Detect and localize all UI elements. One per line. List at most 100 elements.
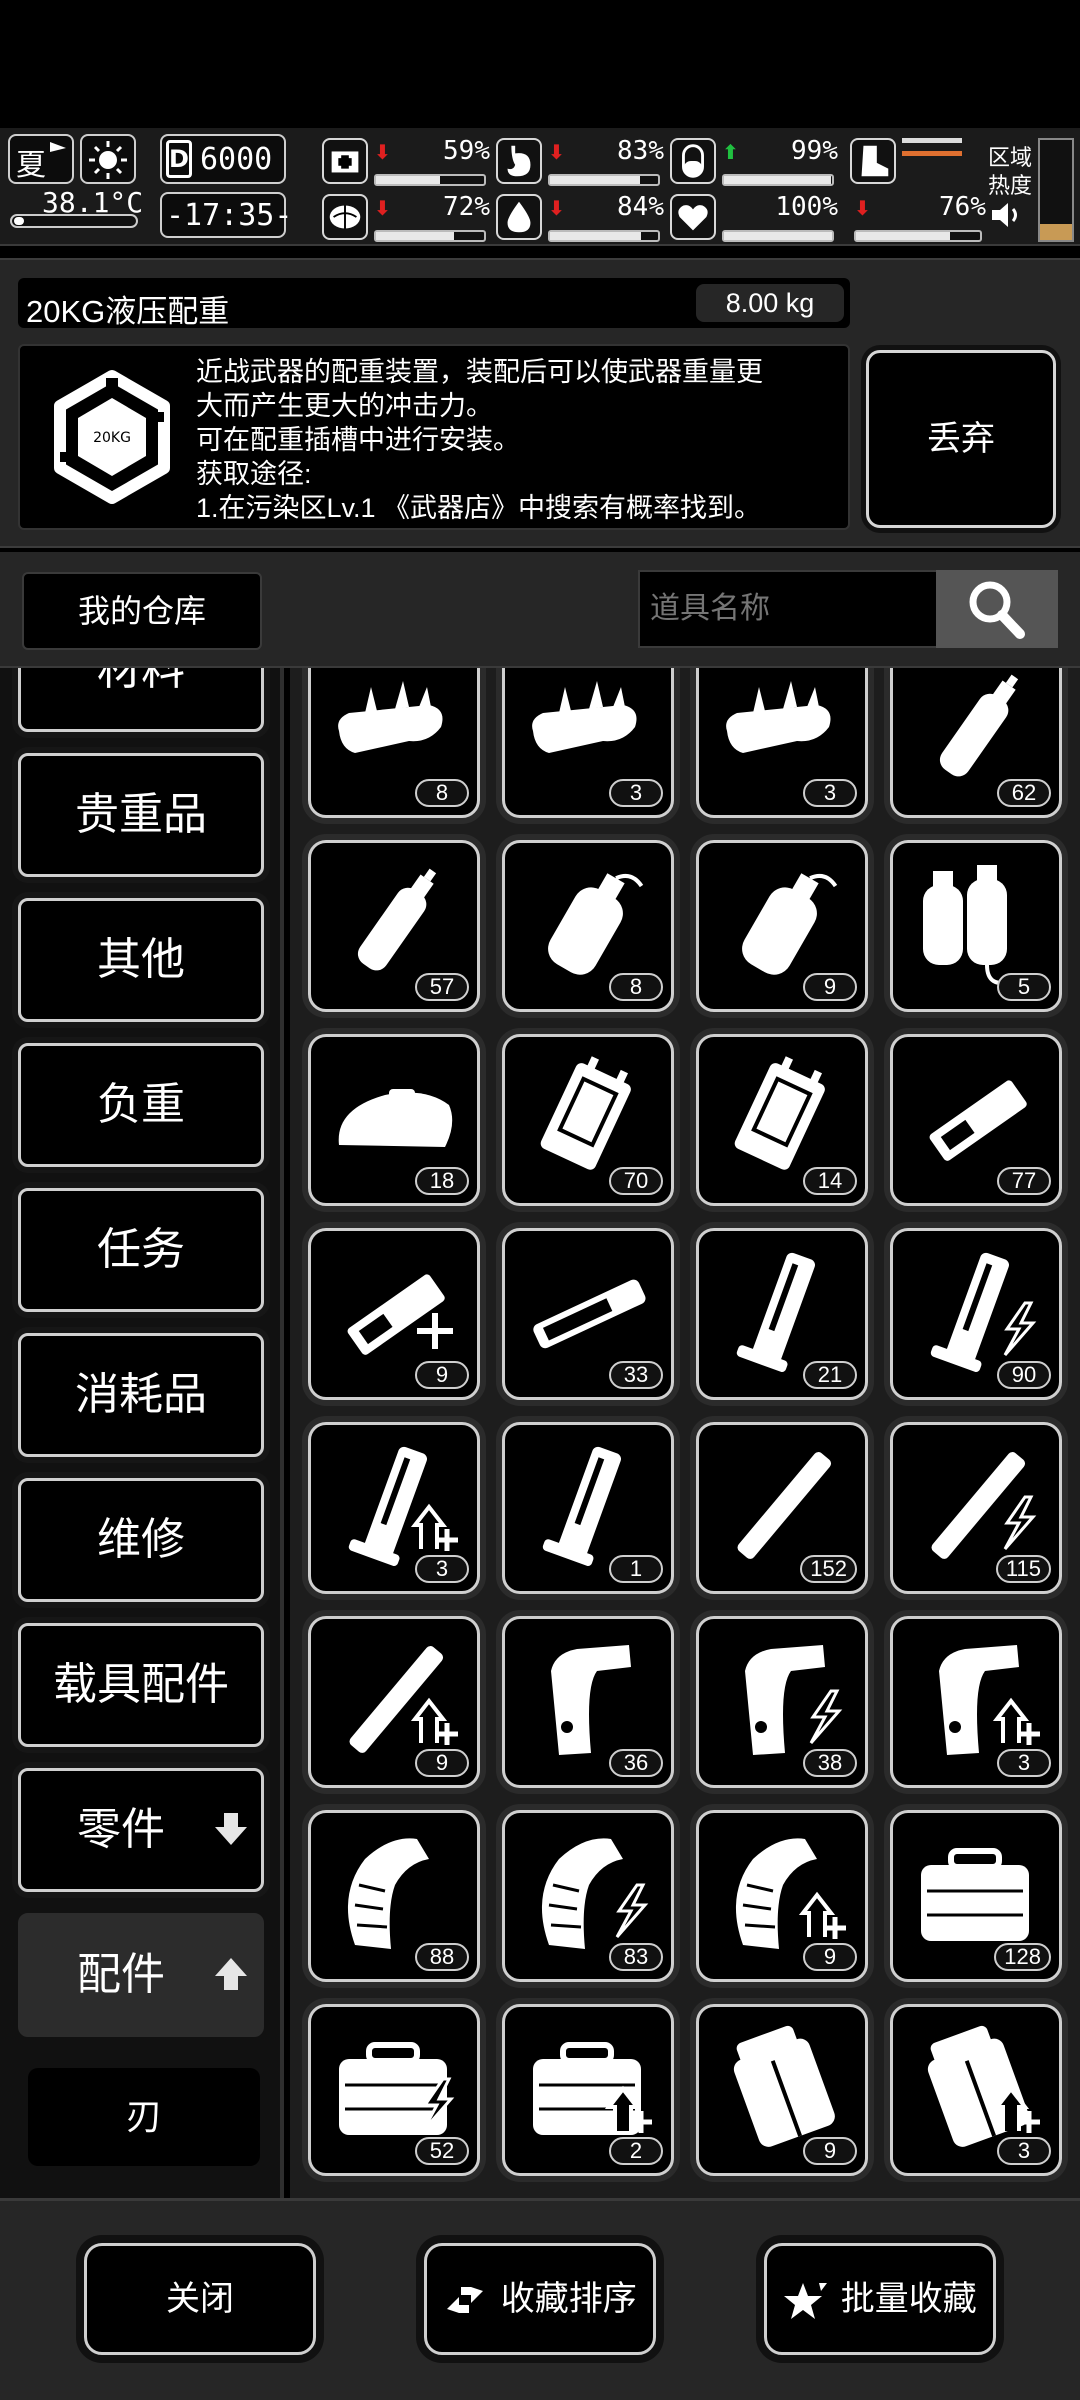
discard-button[interactable]: 丢弃	[866, 350, 1056, 528]
close-button-label: 关闭	[166, 2280, 234, 2318]
item-grid[interactable]: 8 3 3 62 57 8 9 5 18 70 14 77 9 33 21 90 3 1 152 115 9 36 38 3 8…	[290, 668, 1080, 2198]
item-slot[interactable]: 3	[502, 668, 674, 818]
item-count: 90	[997, 1361, 1051, 1389]
item-slot[interactable]: 52	[308, 2004, 480, 2176]
status-bar: 夏 38.1°C D 6000 -17:35- ⬇ 59% ⬇ 83% ⬆ 99% ⬇ 72%…	[0, 128, 1080, 246]
item-count: 9	[803, 2137, 857, 2165]
item-slot[interactable]: 83	[502, 1810, 674, 1982]
item-count: 14	[803, 1167, 857, 1195]
item-count: 21	[803, 1361, 857, 1389]
category-2[interactable]: 其他	[18, 898, 264, 1022]
item-count: 57	[415, 973, 469, 1001]
item-slot[interactable]: 9	[696, 2004, 868, 2176]
stat-bar	[854, 230, 982, 242]
item-slot[interactable]: 5	[890, 840, 1062, 1012]
arrow-down-icon	[215, 1813, 247, 1845]
item-slot[interactable]: 9	[696, 1810, 868, 1982]
stamina-lines	[902, 138, 962, 156]
my-warehouse-button[interactable]: 我的仓库	[22, 572, 262, 650]
season-label: 夏	[16, 148, 46, 183]
money-value: 6000	[200, 142, 273, 177]
item-count: 3	[609, 779, 663, 807]
search-button[interactable]	[936, 570, 1058, 648]
item-count: 88	[415, 1943, 469, 1971]
category-label: 维修	[97, 1515, 185, 1564]
item-slot[interactable]: 3	[696, 668, 868, 818]
item-slot[interactable]: 1	[502, 1422, 674, 1594]
favorite-sort-button[interactable]: 收藏排序	[424, 2243, 656, 2355]
stat-health: ⬇ 59%	[322, 134, 490, 188]
category-label: 材料	[97, 668, 185, 694]
item-slot[interactable]: 38	[696, 1616, 868, 1788]
stat-bar	[722, 174, 834, 186]
category-0[interactable]: 材料	[18, 668, 264, 732]
category-10[interactable]: 刃	[28, 2068, 260, 2166]
item-slot[interactable]: 128	[890, 1810, 1062, 1982]
arrow-up-icon	[215, 1958, 247, 1990]
stat-value: 83%	[617, 136, 664, 166]
trend-down-icon: ⬇	[374, 140, 391, 164]
weather-badge	[80, 134, 136, 184]
item-count: 70	[609, 1167, 663, 1195]
item-slot[interactable]: 36	[502, 1616, 674, 1788]
item-count: 38	[803, 1749, 857, 1777]
close-button[interactable]: 关闭	[84, 2243, 316, 2355]
category-1[interactable]: 贵重品	[18, 753, 264, 877]
item-count: 77	[997, 1167, 1051, 1195]
favorite-sort-label: 收藏排序	[500, 2280, 637, 2318]
swap-arrows-icon	[447, 2287, 484, 2314]
category-9[interactable]: 配件	[18, 1913, 264, 2037]
category-sidebar[interactable]: 材料贵重品其他负重任务消耗品维修载具配件零件配件刃	[0, 668, 284, 2198]
category-3[interactable]: 负重	[18, 1043, 264, 1167]
trend-down-icon: ⬇	[548, 196, 565, 220]
item-slot[interactable]: 33	[502, 1228, 674, 1400]
batch-favorite-button[interactable]: 批量收藏	[764, 2243, 996, 2355]
category-8[interactable]: 零件	[18, 1768, 264, 1892]
item-search-input[interactable]	[638, 570, 938, 648]
stat-mental: ⬇ 72%	[322, 190, 490, 244]
description-line-5: 1.在污染区Lv.1 《武器店》中搜索有概率找到。	[196, 493, 762, 523]
item-slot[interactable]: 9	[308, 1228, 480, 1400]
item-slot[interactable]: 88	[308, 1810, 480, 1982]
item-slot[interactable]: 8	[502, 840, 674, 1012]
item-slot[interactable]: 90	[890, 1228, 1062, 1400]
item-count: 9	[803, 973, 857, 1001]
category-7[interactable]: 载具配件	[18, 1623, 264, 1747]
item-slot[interactable]: 18	[308, 1034, 480, 1206]
stat-value: 100%	[775, 192, 838, 222]
item-slot[interactable]: 2	[502, 2004, 674, 2176]
item-slot[interactable]: 9	[696, 840, 868, 1012]
item-count: 9	[415, 1749, 469, 1777]
item-count: 83	[609, 1943, 663, 1971]
item-slot[interactable]: 77	[890, 1034, 1062, 1206]
stat-bar	[722, 230, 834, 242]
star-icon	[784, 2283, 828, 2320]
item-slot[interactable]: 14	[696, 1034, 868, 1206]
item-slot[interactable]: 115	[890, 1422, 1062, 1594]
item-slot[interactable]: 57	[308, 840, 480, 1012]
search-icon	[969, 581, 1025, 639]
item-slot[interactable]: 3	[308, 1422, 480, 1594]
category-4[interactable]: 任务	[18, 1188, 264, 1312]
counterweight-icon-label: 20KG	[93, 430, 131, 446]
item-slot[interactable]: 8	[308, 668, 480, 818]
item-slot[interactable]: 3	[890, 1616, 1062, 1788]
category-label: 刃	[125, 2096, 162, 2137]
category-label: 配件	[77, 1950, 165, 1999]
time-value: -17:35-	[166, 198, 293, 233]
item-count: 1	[609, 1555, 663, 1583]
category-6[interactable]: 维修	[18, 1478, 264, 1602]
item-name: 20KG液压配重	[26, 294, 230, 329]
stat-thirst: ⬇ 84%	[496, 190, 664, 244]
speaker-icon[interactable]	[990, 200, 1026, 230]
pill-icon	[670, 138, 716, 184]
item-slot[interactable]: 21	[696, 1228, 868, 1400]
item-slot[interactable]: 152	[696, 1422, 868, 1594]
category-label: 任务	[97, 1225, 185, 1274]
item-slot[interactable]: 70	[502, 1034, 674, 1206]
item-slot[interactable]: 9	[308, 1616, 480, 1788]
item-slot[interactable]: 62	[890, 668, 1062, 818]
item-slot[interactable]: 3	[890, 2004, 1062, 2176]
stat-value: 59%	[443, 136, 490, 166]
category-5[interactable]: 消耗品	[18, 1333, 264, 1457]
